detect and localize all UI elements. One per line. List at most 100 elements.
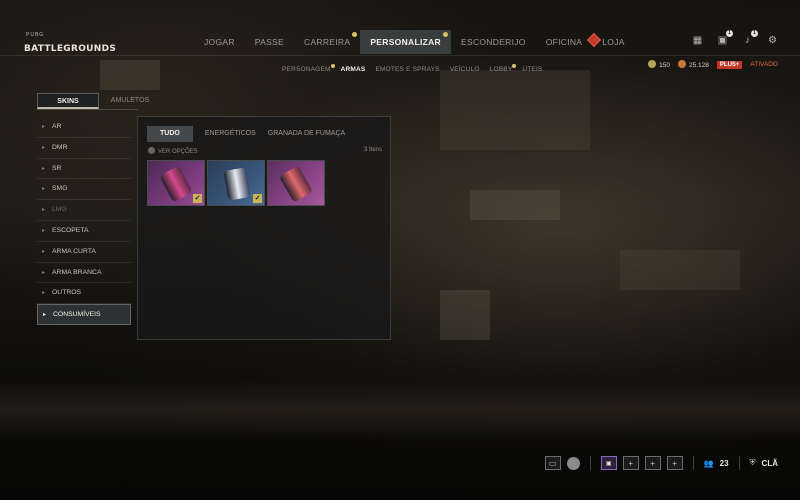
category-label: SMG	[52, 185, 68, 193]
category-label: CONSUMÍVEIS	[53, 311, 101, 319]
category-label: SR	[52, 164, 62, 172]
icon-badge: 1	[726, 30, 733, 37]
main-nav-label: ESCONDERIJO	[461, 37, 526, 47]
chat-icon[interactable]: ▭	[544, 456, 561, 470]
checkmark-icon: ✓	[193, 194, 202, 203]
clan-icon[interactable]: ⛨	[750, 458, 756, 468]
gear-icon[interactable]: ⚙	[767, 35, 778, 46]
category-item[interactable]: ▸ ESCOPETA	[37, 221, 131, 242]
main-nav-label: JOGAR	[204, 37, 235, 47]
friends-icon[interactable]: 👥	[704, 459, 714, 468]
tab-skins[interactable]: SKINS	[37, 93, 99, 109]
category-item[interactable]: ▸ ARMA BRANCA	[37, 263, 131, 284]
grid-icon[interactable]: ▦	[692, 35, 703, 46]
chevron-right-icon: ▸	[42, 165, 46, 172]
sub-nav: PERSONAGEM ARMAS EMOTES E SPRAYS VEÍCULO LOB…	[282, 64, 543, 76]
sub-nav-item[interactable]: EMOTES E SPRAYS	[375, 64, 439, 76]
main-nav-jogar[interactable]: JOGAR	[194, 30, 245, 54]
tab-amuletos[interactable]: AMULETOS	[99, 93, 161, 109]
squad-leader-icon[interactable]: ▣	[600, 456, 617, 470]
category-item[interactable]: ▸ DMR	[37, 138, 131, 159]
filter-tab[interactable]: TUDO	[147, 126, 193, 142]
chevron-right-icon: ▸	[42, 248, 46, 255]
bp-icon	[678, 60, 687, 68]
item-grid: ✓ ✓	[147, 160, 325, 206]
category-label: LMG	[52, 206, 67, 214]
main-nav: JOGAR PASSE CARREIRA PERSONALIZAR ESCONDERIJ…	[194, 30, 635, 54]
sub-nav-item[interactable]: PERSONAGEM	[282, 64, 335, 76]
tabs-divider	[37, 109, 138, 110]
items-panel: TUDO ENERGÉTICOS GRANADA DE FUMAÇA VER OPÇ…	[137, 116, 391, 340]
item-card[interactable]: ✓	[147, 160, 205, 206]
sub-nav-label: EMOTES E SPRAYS	[375, 66, 440, 73]
category-label: OUTROS	[52, 289, 82, 297]
sub-nav-label: LOBBY	[489, 66, 513, 73]
sub-nav-item[interactable]: VEÍCULO	[450, 64, 480, 76]
item-card[interactable]	[267, 160, 325, 206]
category-list: ▸ AR ▸ DMR ▸ SR ▸ SMG ▸ LMG ▸ ESCOPETA ▸ ARMA CURTA ▸ A…	[37, 117, 131, 325]
notification-dot	[330, 64, 335, 68]
category-label: ESCOPETA	[52, 226, 89, 234]
bp-balance: 25.128	[678, 60, 709, 69]
currency-display: 150 25.128 PLUS+ ATIVADO	[648, 60, 778, 69]
category-label: ARMA CURTA	[52, 247, 96, 255]
main-nav-carreira[interactable]: CARREIRA	[294, 30, 360, 54]
checkmark-icon: ✓	[253, 194, 262, 203]
energy-drink-can-image	[223, 167, 251, 201]
header-divider	[0, 55, 800, 56]
view-options-button[interactable]: VER OPÇÕES	[148, 147, 198, 155]
main-nav-label: PASSE	[254, 37, 284, 47]
player-avatar[interactable]	[566, 456, 580, 470]
sub-nav-label: VEÍCULO	[449, 66, 480, 73]
chevron-right-icon: ▸	[42, 290, 46, 297]
add-squad-slot-2[interactable]: +	[644, 456, 661, 470]
bell-icon[interactable]: ♪ 1	[742, 30, 758, 46]
main-nav-label: CARREIRA	[304, 37, 351, 47]
category-label: DMR	[52, 143, 68, 151]
chevron-right-icon: ▸	[42, 186, 46, 193]
main-nav-label: OFICINA	[545, 37, 583, 47]
main-nav-label: PERSONALIZAR	[370, 37, 441, 47]
category-item[interactable]: ▸ ARMA CURTA	[37, 242, 131, 263]
options-icon	[148, 147, 155, 154]
friends-count: 23	[719, 458, 729, 468]
category-item[interactable]: ▸ AR	[37, 117, 131, 138]
item-card[interactable]: ✓	[207, 160, 265, 206]
top-right-icons: ▦ ▣ 1 ♪ 1 ⚙	[692, 30, 778, 46]
sub-nav-item[interactable]: ARMAS	[341, 64, 366, 76]
clan-label[interactable]: CLÃ	[762, 459, 778, 468]
mail-icon[interactable]: ▣ 1	[717, 30, 733, 46]
category-item[interactable]: ▸ CONSUMÍVEIS	[37, 304, 131, 325]
top-bar: PUBG BATTLEGROUNDS JOGAR PASSE CARREIRA PER…	[0, 0, 800, 56]
main-nav-passe[interactable]: PASSE	[245, 30, 294, 54]
chevron-right-icon: ▸	[42, 269, 46, 276]
category-label: ARMA BRANCA	[52, 268, 102, 276]
icon-badge: 1	[751, 30, 758, 37]
add-squad-slot-1[interactable]: +	[622, 456, 639, 470]
main-nav-personalizar[interactable]: PERSONALIZAR	[360, 30, 451, 54]
energy-drink-can-image	[278, 165, 314, 203]
category-item[interactable]: ▸ SMG	[37, 179, 131, 201]
filter-tab[interactable]: GRANADA DE FUMAÇA	[268, 126, 345, 142]
category-item[interactable]: ▸ OUTROS	[37, 283, 131, 305]
add-squad-slot-3[interactable]: +	[666, 456, 683, 470]
notification-dot	[352, 32, 358, 37]
category-item[interactable]: ▸ SR	[37, 159, 131, 180]
bottom-bar: ▭ ▣ + + + 👥 23 ⛨ CLÃ	[0, 450, 800, 478]
plus-badge[interactable]: PLUS+	[716, 60, 743, 69]
sub-nav-label: PERSONAGEM	[282, 66, 331, 73]
coin-icon	[648, 60, 657, 68]
plus-status: ATIVADO	[750, 61, 778, 68]
game-logo: PUBG BATTLEGROUNDS	[24, 32, 116, 56]
bottom-separator-3	[738, 456, 740, 470]
category-label: AR	[52, 123, 62, 130]
main-nav-oficina[interactable]: OFICINA	[536, 30, 593, 54]
bottom-separator-2	[692, 456, 694, 470]
sub-nav-item[interactable]: LOBBY	[489, 64, 517, 76]
notification-dot	[512, 64, 517, 68]
main-nav-label: LOJA	[602, 37, 625, 47]
filter-tab[interactable]: ENERGÉTICOS	[205, 126, 256, 142]
main-nav-esconderijo[interactable]: ESCONDERIJO	[451, 30, 536, 54]
filter-tabs: TUDO ENERGÉTICOS GRANADA DE FUMAÇA	[147, 126, 345, 142]
sub-nav-item[interactable]: ÚTEIS	[522, 64, 542, 76]
